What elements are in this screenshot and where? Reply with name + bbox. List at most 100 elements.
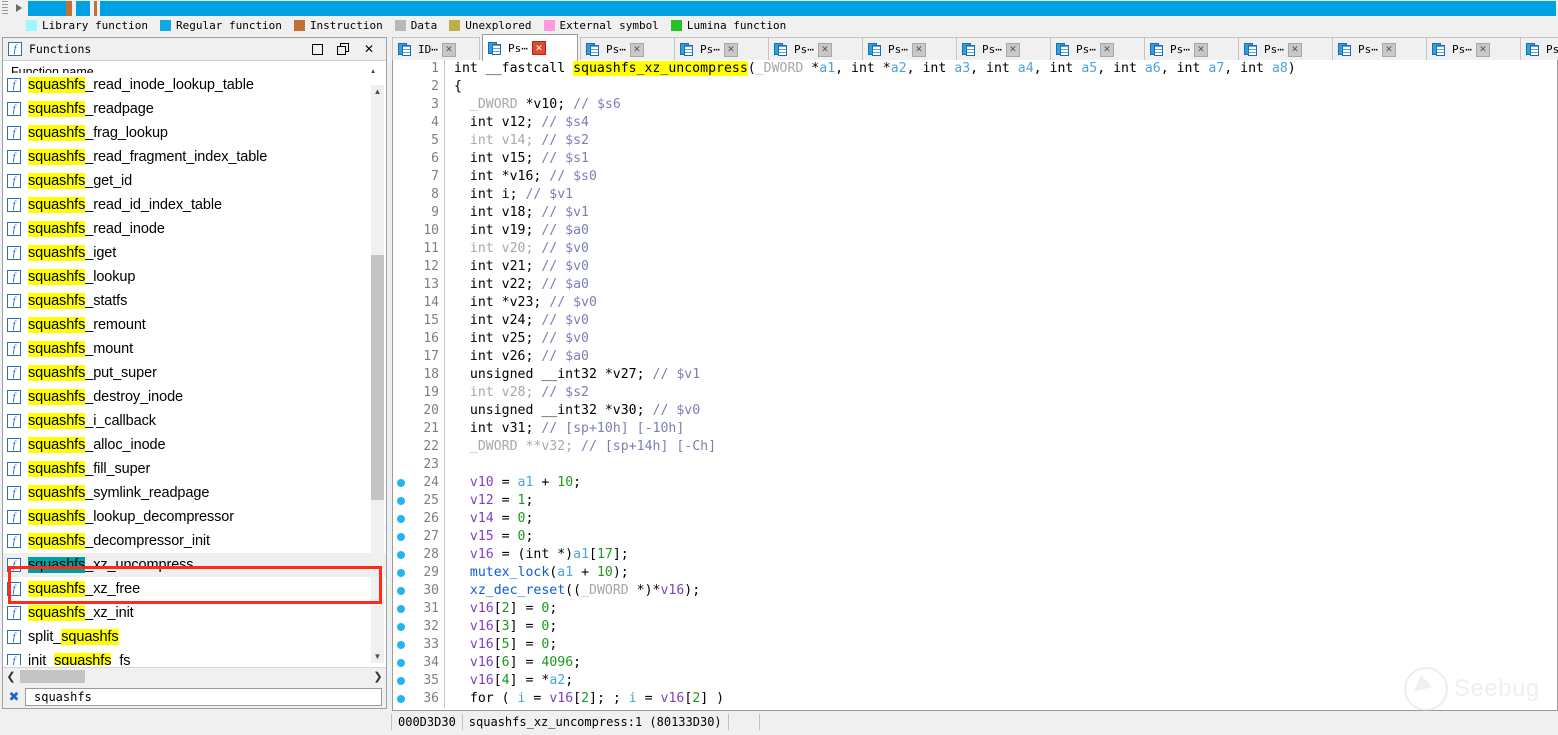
code-line[interactable]: 32 v16[3] = 0; [393, 618, 1557, 636]
function-list-item[interactable]: f squashfs_symlink_readpage [3, 481, 386, 505]
function-list-item[interactable]: f squashfs_iget [3, 241, 386, 265]
code-line[interactable]: 7 int *v16; // $s0 [393, 168, 1557, 186]
function-list-item[interactable]: f squashfs_readpage [3, 97, 386, 121]
breakpoint-dot-icon[interactable] [393, 587, 409, 595]
scroll-left-icon[interactable]: ❮ [3, 668, 19, 685]
breakpoint-dot-icon[interactable] [393, 497, 409, 505]
breakpoint-dot-icon[interactable] [393, 533, 409, 541]
code-line[interactable]: 17 int v26; // $a0 [393, 348, 1557, 366]
code-line[interactable]: 21 int v31; // [sp+10h] [-10h] [393, 420, 1557, 438]
code-line[interactable]: 13 int v22; // $a0 [393, 276, 1557, 294]
function-list-item[interactable]: f squashfs_read_id_index_table [3, 193, 386, 217]
code-line[interactable]: 5 int v14; // $s2 [393, 132, 1557, 150]
breakpoint-dot-icon[interactable] [393, 623, 409, 631]
breakpoint-dot-icon[interactable] [393, 695, 409, 703]
code-line[interactable]: 2{ [393, 78, 1557, 96]
navigator-band[interactable] [0, 0, 1558, 17]
function-list-item[interactable]: f squashfs_statfs [3, 289, 386, 313]
code-line[interactable]: 12 int v21; // $v0 [393, 258, 1557, 276]
tab-2[interactable]: Ps⋯ ✕ [580, 37, 676, 61]
document-tab-bar[interactable]: ID⋯ ✕ Ps⋯ ✕ Ps⋯ ✕ Ps⋯ ✕ Ps⋯ ✕ Ps⋯ ✕ Ps⋯ ✕ Ps⋯ ✕ Ps⋯ ✕ Ps⋯ ✕… [392, 34, 1558, 61]
function-list-item[interactable]: f squashfs_alloc_inode [3, 433, 386, 457]
function-list[interactable]: f squashfs_read_inode_lookup_table f squash… [3, 73, 386, 665]
code-line[interactable]: 34 v16[6] = 4096; [393, 654, 1557, 672]
close-icon[interactable]: ✕ [356, 38, 382, 60]
code-line[interactable]: 16 int v25; // $v0 [393, 330, 1557, 348]
function-list-item[interactable]: f squashfs_get_id [3, 169, 386, 193]
code-line[interactable]: 28 v16 = (int *)a1[17]; [393, 546, 1557, 564]
code-line[interactable]: 1 int __fastcall squashfs_xz_uncompress(_… [393, 60, 1557, 78]
code-line[interactable]: 11 int v20; // $v0 [393, 240, 1557, 258]
code-line[interactable]: 26 v14 = 0; [393, 510, 1557, 528]
code-line[interactable]: 8 int i; // $v1 [393, 186, 1557, 204]
tab-0[interactable]: ID⋯ ✕ [392, 37, 480, 61]
tab-close-icon[interactable]: ✕ [629, 42, 644, 57]
tab-12[interactable]: Ps⋯✕ [1520, 37, 1558, 61]
function-list-item[interactable]: f squashfs_destroy_inode [3, 385, 386, 409]
breakpoint-dot-icon[interactable] [393, 479, 409, 487]
pseudocode-view[interactable]: 1 int __fastcall squashfs_xz_uncompress(_… [392, 60, 1558, 711]
function-list-item[interactable]: f init_squashfs_fs [3, 649, 386, 665]
function-list-item[interactable]: f squashfs_put_super [3, 361, 386, 385]
function-list-item[interactable]: f squashfs_xz_init [3, 601, 386, 625]
tab-close-icon[interactable]: ✕ [531, 41, 546, 55]
function-list-item[interactable]: f squashfs_remount [3, 313, 386, 337]
breakpoint-dot-icon[interactable] [393, 569, 409, 577]
tab-10[interactable]: Ps⋯ ✕ [1332, 37, 1428, 61]
tab-1-active[interactable]: Ps⋯ ✕ [482, 34, 578, 61]
vscroll-thumb[interactable] [371, 255, 384, 500]
tab-close-icon[interactable]: ✕ [1193, 42, 1208, 57]
function-list-item-selected[interactable]: f squashfs_xz_uncompress [3, 553, 386, 577]
code-line[interactable]: 20 unsigned __int32 *v30; // $v0 [393, 402, 1557, 420]
code-line[interactable]: 27 v15 = 0; [393, 528, 1557, 546]
breakpoint-dot-icon[interactable] [393, 641, 409, 649]
navigator-strip[interactable] [28, 1, 1556, 16]
function-list-vscrollbar[interactable]: ▲ ▼ [371, 85, 384, 663]
function-list-item[interactable]: f squashfs_xz_free [3, 577, 386, 601]
function-list-item[interactable]: f split_squashfs [3, 625, 386, 649]
code-line[interactable]: 9 int v18; // $v1 [393, 204, 1557, 222]
code-line[interactable]: 3 _DWORD *v10; // $s6 [393, 96, 1557, 114]
tab-9[interactable]: Ps⋯ ✕ [1238, 37, 1334, 61]
hscroll-thumb[interactable] [20, 670, 85, 683]
code-line[interactable]: 14 int *v23; // $v0 [393, 294, 1557, 312]
code-line[interactable]: 33 v16[5] = 0; [393, 636, 1557, 654]
tab-4[interactable]: Ps⋯ ✕ [768, 37, 864, 61]
function-list-item[interactable]: f squashfs_frag_lookup [3, 121, 386, 145]
code-line[interactable]: 15 int v24; // $v0 [393, 312, 1557, 330]
tab-close-icon[interactable]: ✕ [441, 42, 456, 57]
tab-close-icon[interactable]: ✕ [1287, 42, 1302, 57]
function-filter-input[interactable]: squashfs [25, 688, 382, 706]
tab-7[interactable]: Ps⋯ ✕ [1050, 37, 1146, 61]
tab-5[interactable]: Ps⋯ ✕ [862, 37, 958, 61]
tab-close-icon[interactable]: ✕ [1381, 42, 1396, 57]
code-line[interactable]: 6 int v15; // $s1 [393, 150, 1557, 168]
function-list-item[interactable]: f squashfs_i_callback [3, 409, 386, 433]
breakpoint-dot-icon[interactable] [393, 605, 409, 613]
tab-8[interactable]: Ps⋯ ✕ [1144, 37, 1240, 61]
code-line[interactable]: 25 v12 = 1; [393, 492, 1557, 510]
breakpoint-dot-icon[interactable] [393, 551, 409, 559]
breakpoint-dot-icon[interactable] [393, 659, 409, 667]
breakpoint-dot-icon[interactable] [393, 515, 409, 523]
tab-6[interactable]: Ps⋯ ✕ [956, 37, 1052, 61]
function-list-item[interactable]: f squashfs_decompressor_init [3, 529, 386, 553]
scroll-up-icon[interactable]: ▲ [371, 85, 384, 98]
function-list-item[interactable]: f squashfs_lookup [3, 265, 386, 289]
function-list-item[interactable]: f squashfs_lookup_decompressor [3, 505, 386, 529]
function-list-item[interactable]: f squashfs_read_inode [3, 217, 386, 241]
tab-close-icon[interactable]: ✕ [723, 42, 738, 57]
code-line[interactable]: 10 int v19; // $a0 [393, 222, 1557, 240]
function-list-hscrollbar[interactable]: ❮ ❯ [3, 667, 386, 686]
function-list-item[interactable]: f squashfs_read_inode_lookup_table [3, 73, 386, 97]
code-line[interactable]: 23 [393, 456, 1557, 474]
tab-3[interactable]: Ps⋯ ✕ [674, 37, 770, 61]
code-line[interactable]: 35 v16[4] = *a2; [393, 672, 1557, 690]
code-line[interactable]: 4 int v12; // $s4 [393, 114, 1557, 132]
scroll-right-icon[interactable]: ❯ [370, 668, 386, 685]
navigator-play-icon[interactable] [12, 1, 26, 16]
tab-close-icon[interactable]: ✕ [1005, 42, 1020, 57]
float-icon[interactable] [330, 38, 356, 60]
function-list-item[interactable]: f squashfs_mount [3, 337, 386, 361]
tab-close-icon[interactable]: ✕ [1475, 42, 1490, 57]
